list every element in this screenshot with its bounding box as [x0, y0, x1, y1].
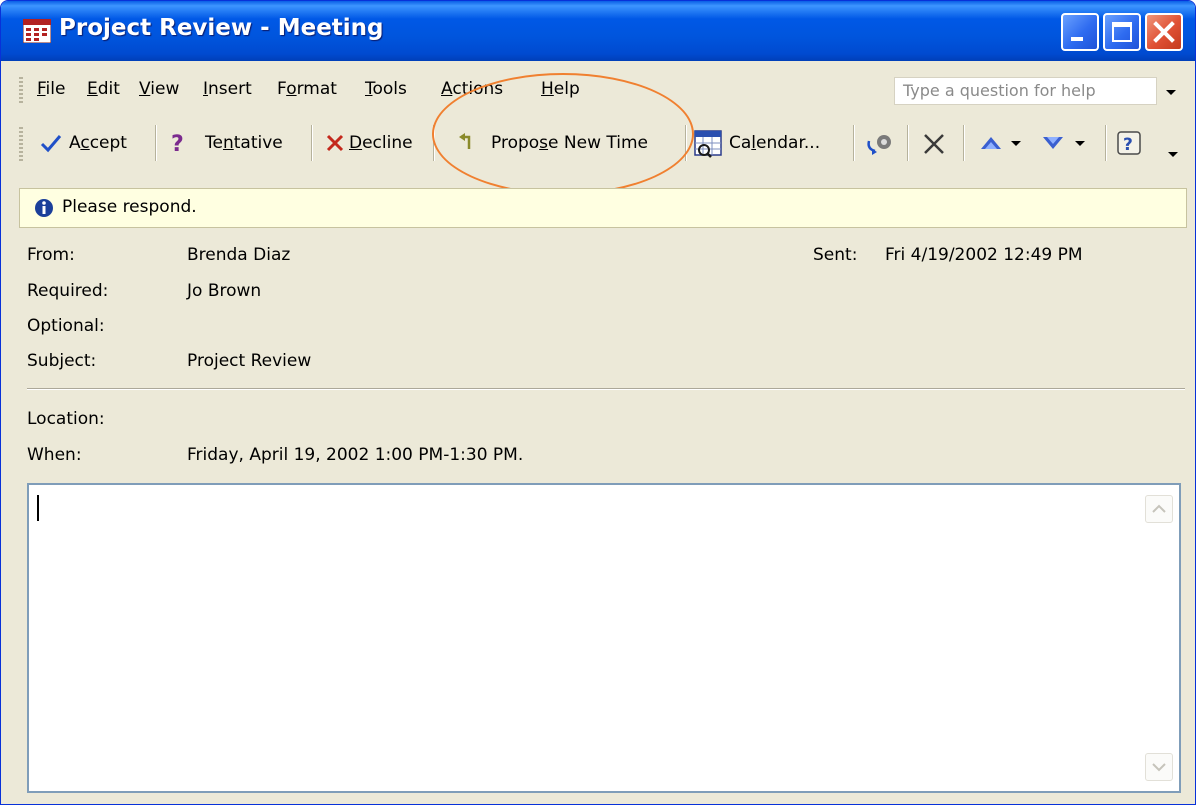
title-bar[interactable]: Project Review - Meeting — [1, 1, 1195, 61]
accept-button[interactable]: Accept — [35, 123, 147, 163]
maximize-button[interactable] — [1103, 13, 1141, 51]
toolbar-separator — [907, 125, 908, 161]
calendar-button[interactable]: Calendar... — [693, 123, 845, 163]
previous-item-button[interactable] — [973, 123, 1029, 163]
subject-label: Subject: — [27, 351, 97, 371]
next-item-button[interactable] — [1035, 123, 1099, 163]
help-search-placeholder: Type a question for help — [903, 81, 1096, 100]
optional-label: Optional: — [27, 316, 105, 336]
minimize-button[interactable] — [1061, 13, 1099, 51]
when-value: Friday, April 19, 2002 1:00 PM-1:30 PM. — [187, 445, 524, 465]
scroll-up-button[interactable] — [1145, 495, 1173, 523]
tentative-button[interactable]: ? Tentative — [161, 123, 301, 163]
question-icon: ? — [171, 132, 184, 155]
previous-item-icon — [981, 137, 1001, 149]
help-icon: ? — [1117, 131, 1141, 155]
maximize-icon — [1112, 22, 1132, 42]
sent-value: Fri 4/19/2002 12:49 PM — [885, 245, 1083, 265]
chevron-down-icon — [1011, 141, 1021, 146]
scroll-down-button[interactable] — [1145, 753, 1173, 781]
toolbar-separator — [155, 125, 156, 161]
location-label: Location: — [27, 409, 105, 429]
vertical-scrollbar[interactable] — [1141, 485, 1179, 791]
toolbar-separator — [963, 125, 964, 161]
required-value[interactable]: Jo Brown — [187, 281, 261, 301]
svg-text:?: ? — [171, 132, 184, 155]
menu-format[interactable]: Format — [277, 79, 337, 99]
chevron-down-icon — [1075, 141, 1085, 146]
calendar-label: Calendar... — [729, 133, 821, 153]
tentative-label: Tentative — [205, 133, 283, 153]
svg-text:?: ? — [1123, 135, 1133, 155]
toolbar-options-chevron-icon[interactable] — [1167, 151, 1179, 159]
subject-value: Project Review — [187, 351, 312, 371]
toolbar-separator — [853, 125, 854, 161]
from-value[interactable]: Brenda Diaz — [187, 245, 290, 265]
when-label: When: — [27, 445, 82, 465]
calendar-grid-icon — [23, 19, 51, 43]
message-body-textarea[interactable] — [27, 483, 1181, 793]
menu-edit[interactable]: Edit — [87, 79, 120, 99]
menu-grip[interactable] — [19, 77, 23, 105]
menu-tools[interactable]: Tools — [365, 79, 407, 99]
help-search-input[interactable]: Type a question for help — [894, 77, 1157, 105]
decline-label: Decline — [349, 133, 413, 153]
x-icon — [326, 134, 344, 152]
next-item-icon — [1043, 137, 1063, 149]
calendar-icon — [694, 130, 722, 158]
header-divider — [27, 388, 1185, 389]
meeting-window: Project Review - Meeting File Edit View … — [0, 0, 1196, 805]
text-caret — [37, 495, 39, 521]
menu-file[interactable]: File — [37, 79, 65, 99]
accept-label: Accept — [69, 133, 127, 153]
close-icon — [1153, 21, 1175, 43]
toolbar-separator — [1105, 125, 1106, 161]
toolbar-grip[interactable] — [19, 127, 23, 161]
minimize-icon — [1071, 37, 1083, 41]
reply-flag-icon — [867, 135, 891, 155]
info-icon — [35, 199, 53, 217]
info-bar: Please respond. — [19, 188, 1187, 228]
delete-x-icon — [924, 134, 944, 154]
from-label: From: — [27, 245, 75, 265]
window-title: Project Review - Meeting — [59, 15, 384, 41]
check-icon — [40, 135, 62, 153]
required-label: Required: — [27, 281, 109, 301]
highlight-ring — [432, 73, 694, 195]
reply-flag-button[interactable] — [863, 123, 899, 163]
toolbar-separator — [311, 125, 312, 161]
scroll-down-icon — [1152, 763, 1166, 772]
close-button[interactable] — [1145, 13, 1183, 51]
help-button[interactable]: ? — [1113, 123, 1153, 163]
decline-button[interactable]: Decline — [319, 123, 431, 163]
menu-insert[interactable]: Insert — [203, 79, 252, 99]
delete-button[interactable] — [917, 123, 953, 163]
info-text: Please respond. — [62, 197, 197, 217]
scroll-up-icon — [1152, 504, 1166, 513]
sent-label: Sent: — [813, 245, 858, 265]
chevron-down-icon[interactable] — [1165, 89, 1177, 97]
menu-view[interactable]: View — [139, 79, 179, 99]
